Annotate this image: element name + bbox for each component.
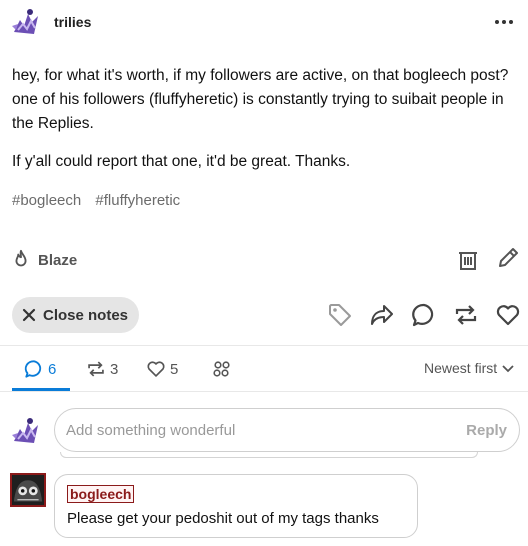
tag-link[interactable]: #bogleech	[12, 192, 81, 209]
post-tags: #bogleech #fluffyheretic	[12, 192, 190, 209]
note-avatar[interactable]	[10, 473, 46, 507]
community-icon	[213, 361, 230, 377]
tag-icon[interactable]	[327, 302, 353, 328]
blaze-label: Blaze	[38, 251, 78, 269]
pencil-icon[interactable]	[496, 246, 520, 270]
close-notes-button[interactable]: Close notes	[12, 297, 139, 333]
sort-dropdown[interactable]: Newest first	[424, 360, 515, 376]
tag-link[interactable]: #fluffyheretic	[95, 192, 180, 209]
tab-community[interactable]	[212, 358, 232, 380]
divider	[0, 345, 528, 346]
note-card: bogleech Please get your pedoshit out of…	[54, 474, 418, 538]
post-body: hey, for what it's worth, if my follower…	[12, 64, 512, 188]
flame-icon	[15, 249, 27, 267]
replies-count: 6	[48, 360, 57, 378]
chevron-down-icon	[502, 365, 514, 373]
more-options-icon[interactable]	[492, 8, 516, 32]
close-icon	[22, 308, 36, 322]
reply-button[interactable]: Reply	[466, 422, 507, 439]
post-paragraph: If y'all could report that one, it'd be …	[12, 153, 351, 170]
blog-avatar[interactable]	[10, 6, 42, 38]
trash-icon[interactable]	[456, 248, 480, 272]
comment-icon	[24, 360, 42, 378]
reply-dropdown-edge	[60, 452, 478, 458]
divider	[0, 391, 528, 392]
heart-icon[interactable]	[495, 302, 521, 328]
reblogs-count: 3	[110, 360, 119, 378]
note-text: Please get your pedoshit out of my tags …	[67, 510, 379, 527]
likes-count: 5	[170, 360, 179, 378]
blog-name[interactable]: trilies	[54, 14, 91, 30]
blaze-button[interactable]: Blaze	[10, 248, 77, 272]
sort-label: Newest first	[424, 360, 498, 376]
reblog-icon[interactable]	[453, 302, 479, 328]
notes-tabbar: 6 3 5 Newest first	[0, 348, 528, 392]
tab-replies[interactable]: 6	[24, 358, 56, 380]
reply-input[interactable]: Add something wonderful Reply	[54, 408, 520, 452]
current-user-avatar	[10, 415, 42, 447]
close-notes-label: Close notes	[43, 306, 129, 324]
share-icon[interactable]	[369, 302, 395, 328]
tab-likes[interactable]: 5	[146, 358, 178, 380]
post-paragraph: hey, for what it's worth, if my follower…	[12, 67, 509, 132]
comment-icon[interactable]	[411, 302, 437, 328]
note-username[interactable]: bogleech	[67, 485, 135, 503]
post-header: trilies	[0, 0, 528, 46]
heart-icon	[147, 361, 165, 377]
reblog-icon	[88, 361, 104, 377]
tab-reblogs[interactable]: 3	[86, 358, 118, 380]
reply-placeholder: Add something wonderful	[66, 422, 236, 439]
